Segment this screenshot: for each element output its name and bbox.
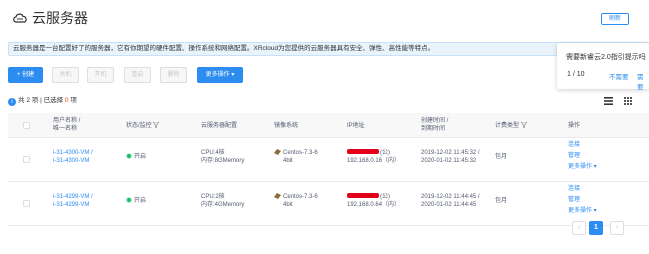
guide-skip-link[interactable]: 不需要 xyxy=(609,71,629,81)
header-billing: 计费类型 xyxy=(495,121,528,130)
shutdown-button[interactable]: 关机 xyxy=(52,67,79,83)
redacted-public-ip xyxy=(347,193,379,198)
header-time: 创建时间 / 到期时间 xyxy=(421,118,449,132)
server-name-link[interactable]: i-31-4300-VM / i-31-4300-VM xyxy=(53,149,93,165)
image-cell: Centos-7.3-6 4bit xyxy=(274,193,318,209)
actions-cell: 连接 管理 更多操作 ▾ xyxy=(568,141,597,171)
grid-view-icon[interactable] xyxy=(624,97,632,105)
more-actions-link[interactable]: 更多操作 ▾ xyxy=(568,163,597,171)
more-actions-link[interactable]: 更多操作 ▾ xyxy=(568,207,597,215)
row-checkbox[interactable] xyxy=(23,200,30,207)
filter-icon[interactable] xyxy=(519,121,528,129)
ip-cell: (公) 192.168.0.64（内） xyxy=(347,193,401,208)
table-row: i-31-4300-VM / i-31-4300-VM 开启 CPU:4核 内存… xyxy=(8,138,649,182)
header-name: 用户名称 / 唯一名称 xyxy=(53,118,81,132)
header-status: 状态/监控 xyxy=(126,121,161,130)
ip-cell: (公) 192.168.0.16（内） xyxy=(347,149,401,164)
guide-accept-link[interactable]: 需要 xyxy=(637,71,649,91)
linux-os-icon xyxy=(274,193,281,199)
prev-page-button[interactable]: ‹ xyxy=(572,221,586,235)
total-count: 2 xyxy=(26,97,30,104)
time-cell: 2019-12-02 11:45:32 / 2020-01-02 11:45:3… xyxy=(421,150,480,164)
connect-link[interactable]: 连接 xyxy=(568,185,597,193)
restart-button[interactable]: 重启 xyxy=(124,67,151,83)
create-button[interactable]: + 创建 xyxy=(8,67,43,83)
status-cell: 开启 xyxy=(126,197,146,205)
time-cell: 2019-12-02 11:44:45 / 2020-01-02 11:44:4… xyxy=(421,194,480,208)
row-checkbox[interactable] xyxy=(23,156,30,163)
connect-link[interactable]: 连接 xyxy=(568,141,597,149)
filter-icon[interactable] xyxy=(152,121,161,129)
select-all-checkbox[interactable] xyxy=(23,122,30,129)
guide-popover: 需要新睿云2.0指引提示吗 1 / 10 不需要 需要 xyxy=(557,43,649,91)
billing-cell: 包月 xyxy=(495,154,508,160)
list-view-icon[interactable] xyxy=(604,97,613,105)
status-cell: 开启 xyxy=(126,153,146,161)
info-icon: i xyxy=(8,98,16,106)
header-image: 镜像系统 xyxy=(274,123,299,129)
redacted-public-ip xyxy=(347,149,379,154)
next-page-button[interactable]: › xyxy=(610,221,624,235)
startup-button[interactable]: 开机 xyxy=(87,67,114,83)
config-cell: CPU:4核 内存:8GMemory xyxy=(201,150,245,164)
refresh-button[interactable]: 刷新 xyxy=(601,13,629,25)
manage-link[interactable]: 管理 xyxy=(568,152,597,160)
guide-step-counter: 1 / 10 xyxy=(567,71,585,78)
status-on-indicator xyxy=(126,197,132,203)
header-actions: 操作 xyxy=(568,123,581,129)
table-header: 用户名称 / 唯一名称 状态/监控 云服务器配置 镜像系统 IP地址 创建时间 … xyxy=(8,113,649,138)
status-on-indicator xyxy=(126,153,132,159)
billing-cell: 包月 xyxy=(495,198,508,204)
guide-prompt-text: 需要新睿云2.0指引提示吗 xyxy=(566,54,646,61)
config-cell: CPU:2核 内存:4GMemory xyxy=(201,194,245,208)
header-config: 云服务器配置 xyxy=(201,123,238,129)
selected-count: 0 xyxy=(64,97,69,104)
actions-cell: 连接 管理 更多操作 ▾ xyxy=(568,185,597,215)
info-banner: 云服务器是一台配置好了的服务器，它有你期望的硬件配置、操作系统和网络配置。XRc… xyxy=(8,42,649,56)
page-1-button[interactable]: 1 xyxy=(589,221,603,235)
page-title: 云服务器 xyxy=(32,10,88,26)
cloud-server-icon xyxy=(13,13,27,23)
page-header: 云服务器 刷新 xyxy=(0,0,649,36)
linux-os-icon xyxy=(274,149,281,155)
manage-link[interactable]: 管理 xyxy=(568,196,597,204)
table-row: i-31-4299-VM / i-31-4299-VM 开启 CPU:2核 内存… xyxy=(8,182,649,226)
selection-summary: i共 2 项 | 已选择 0 项 xyxy=(8,96,77,106)
header-ip: IP地址 xyxy=(347,123,365,129)
delete-button[interactable]: 删除 xyxy=(160,67,187,83)
more-operations-button[interactable]: 更多操作 ▾ xyxy=(197,67,243,83)
server-name-link[interactable]: i-31-4299-VM / i-31-4299-VM xyxy=(53,193,93,209)
image-cell: Centos-7.3-6 4bit xyxy=(274,149,318,165)
